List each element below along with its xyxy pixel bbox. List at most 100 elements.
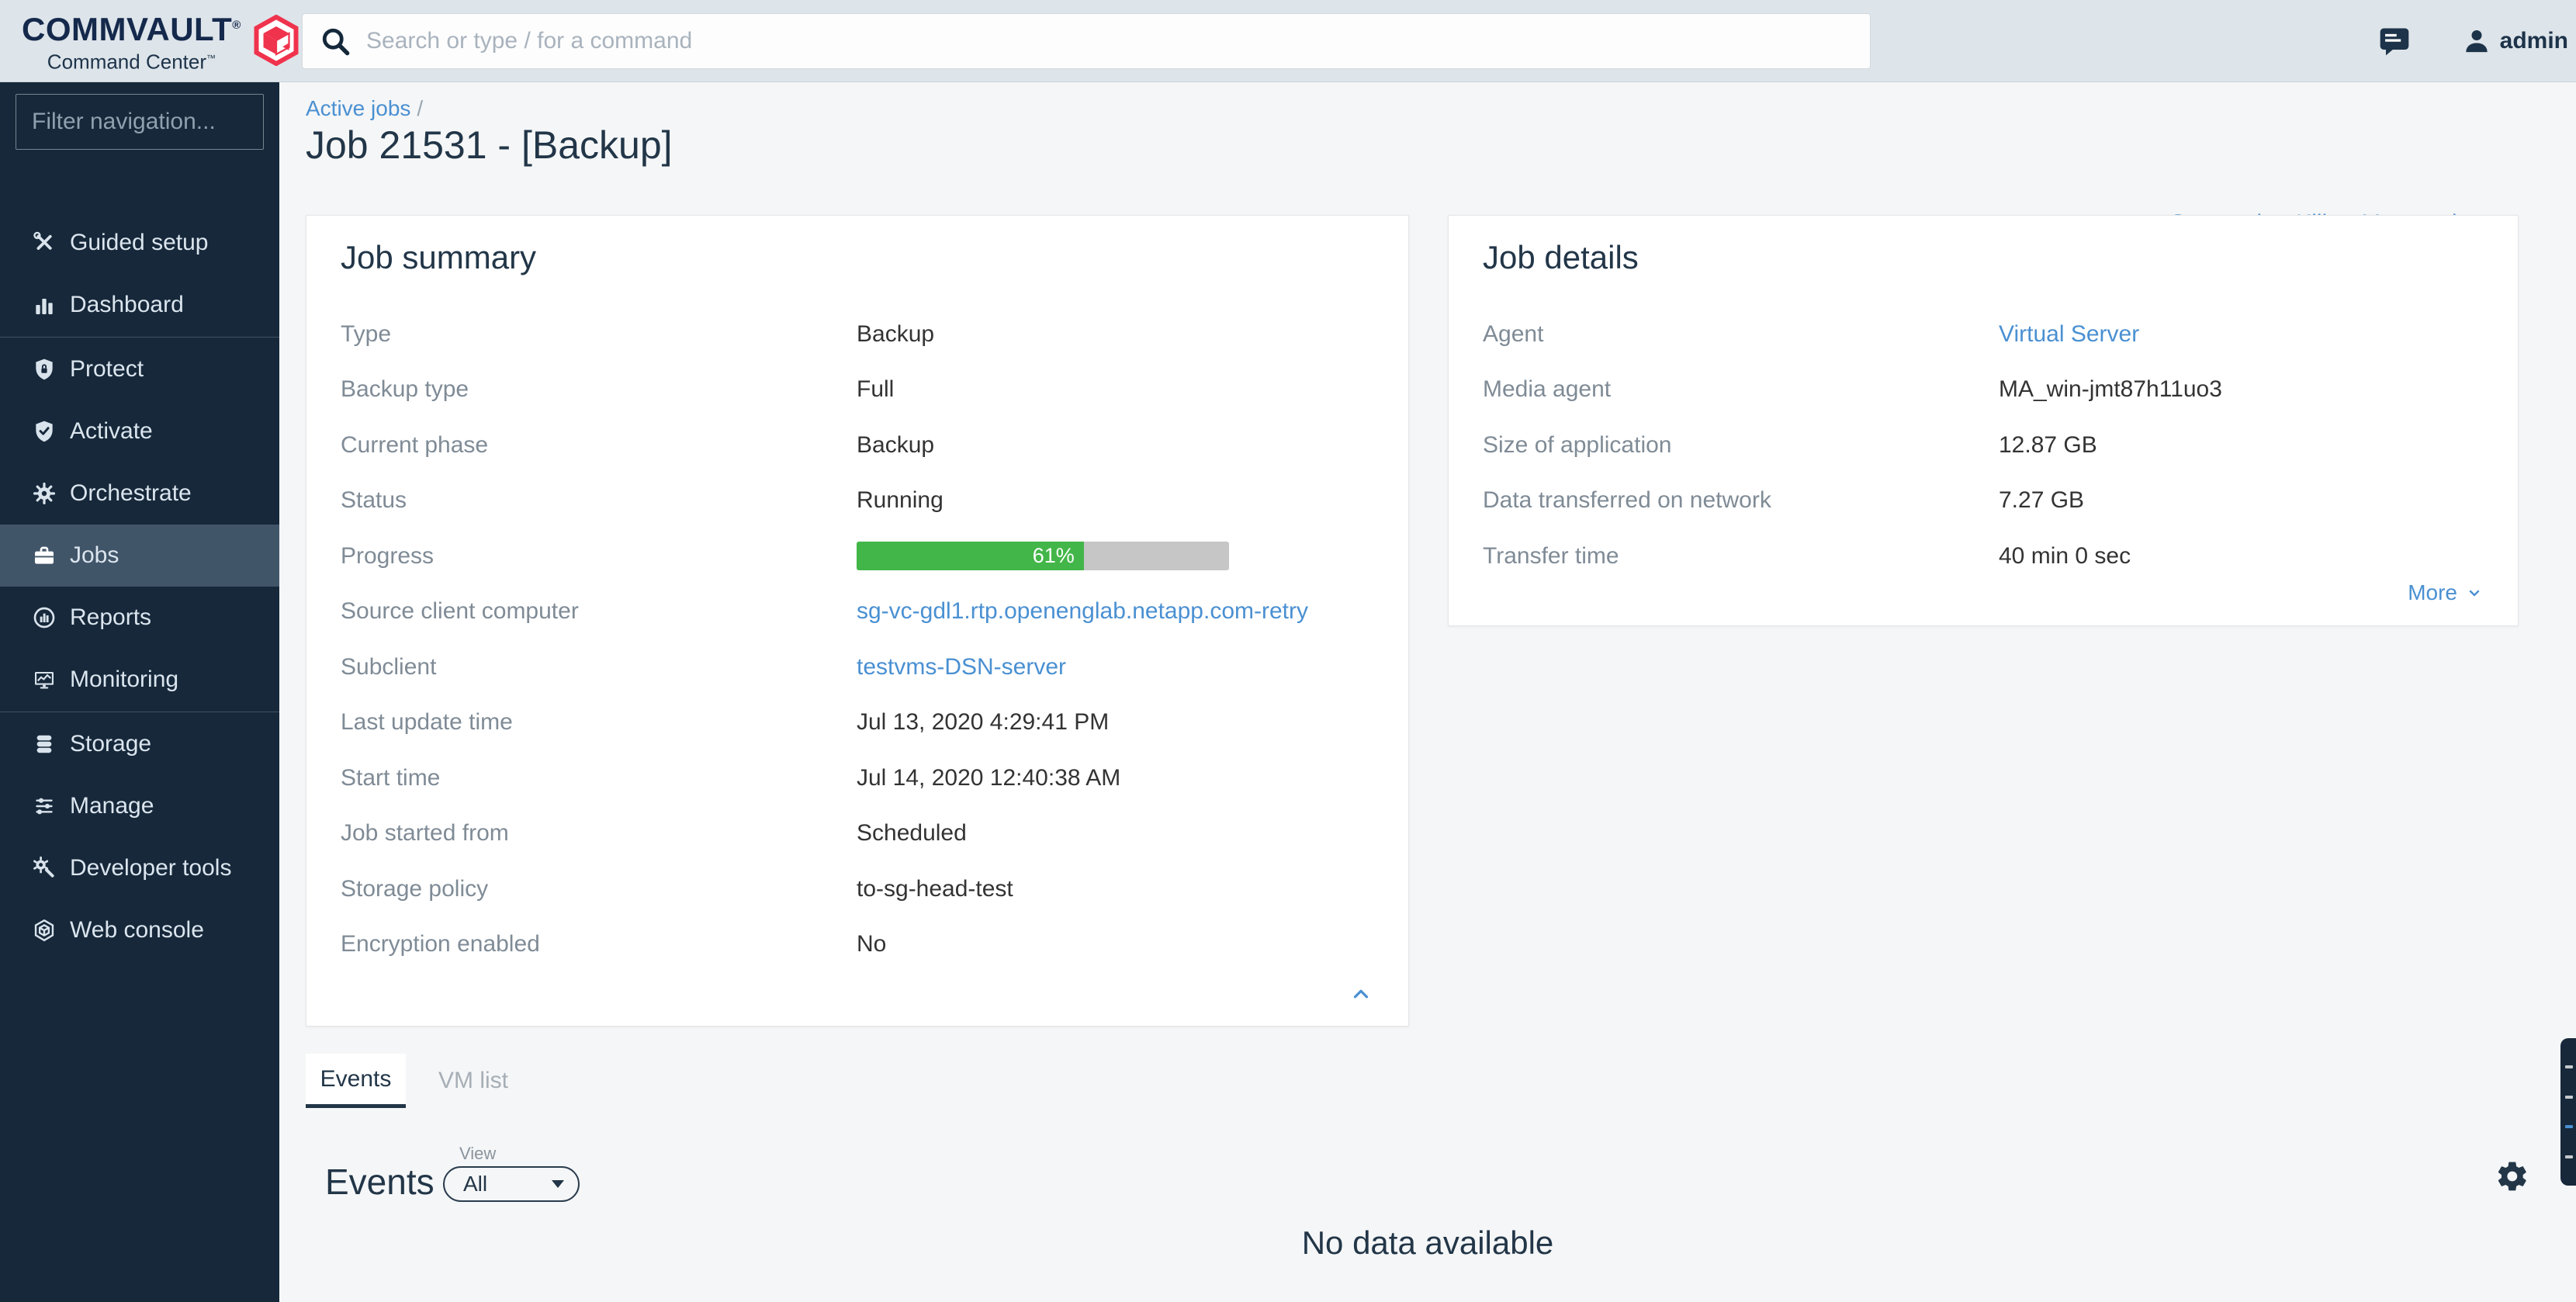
sidebar-item-web-console[interactable]: Web console [0, 899, 279, 961]
sliders-icon [31, 793, 57, 819]
breadcrumb: Active jobs/ [306, 96, 423, 121]
sidebar-item-reports[interactable]: Reports [0, 587, 279, 649]
more-details-link[interactable]: More [2408, 580, 2484, 605]
progress-label: 61% [1033, 544, 1075, 568]
search-icon [318, 24, 352, 58]
source-client-link[interactable]: sg-vc-gdl1.rtp.openenglab.netapp.com-ret… [857, 598, 1308, 625]
settings-gear-icon[interactable] [2495, 1159, 2529, 1193]
sidebar-item-label: Developer tools [70, 855, 231, 881]
summary-row-storage-policy: Storage policy to-sg-head-test [341, 861, 1374, 917]
view-dropdown[interactable]: All [443, 1166, 580, 1202]
toolbar-glyph [2565, 1125, 2573, 1128]
floating-toolbar[interactable] [2560, 1038, 2576, 1186]
sidebar-item-label: Monitoring [70, 667, 178, 693]
breadcrumb-active-jobs-link[interactable]: Active jobs [306, 96, 410, 120]
database-icon [31, 731, 57, 757]
summary-row-source-client: Source client computer sg-vc-gdl1.rtp.op… [341, 584, 1374, 640]
sidebar-item-manage[interactable]: Manage [0, 775, 279, 837]
commvault-logo: COMMVAULT® Command Center™ [22, 8, 300, 73]
search-input[interactable] [352, 28, 1870, 54]
pie-chart-icon [31, 604, 57, 631]
summary-row-subclient: Subclient testvms-DSN-server [341, 639, 1374, 695]
sidebar-item-label: Reports [70, 604, 151, 631]
sidebar-item-activate[interactable]: Activate [0, 400, 279, 462]
subclient-link[interactable]: testvms-DSN-server [857, 654, 1066, 680]
user-name: admin [2500, 28, 2568, 54]
sidebar-item-label: Activate [70, 418, 153, 445]
details-row-transfer-time: Transfer time 40 min 0 sec [1483, 528, 2484, 584]
shield-lock-icon [31, 356, 57, 383]
empty-state-message: No data available [279, 1224, 2576, 1262]
shield-check-icon [31, 418, 57, 445]
hexagon-cube-logo-icon [252, 15, 300, 66]
toolbar-glyph [2565, 1096, 2573, 1099]
message-square-icon[interactable] [2377, 24, 2412, 58]
sidebar-item-label: Web console [70, 917, 204, 944]
toolbar-glyph [2565, 1155, 2573, 1158]
sidebar-nav: Guided setup Dashboard [0, 82, 279, 1302]
sidebar-item-jobs[interactable]: Jobs [0, 525, 279, 587]
details-row-data-transferred: Data transferred on network 7.27 GB [1483, 473, 2484, 529]
events-heading: Events [325, 1161, 435, 1203]
toolbar-glyph [2565, 1065, 2573, 1068]
progress-fill: 61% [857, 542, 1084, 570]
job-summary-title: Job summary [341, 239, 536, 276]
nav-divider [0, 337, 279, 338]
commvault-command-center: COMMVAULT® Command Center™ [0, 0, 2576, 1302]
agent-link[interactable]: Virtual Server [1999, 321, 2139, 348]
brand-name: COMMVAULT® [22, 8, 241, 47]
detail-tabs: Events VM list [306, 1054, 519, 1108]
summary-row-current-phase: Current phase Backup [341, 417, 1374, 473]
job-details-card: Job details Agent Virtual Server Media a… [1448, 215, 2519, 626]
monitor-icon [31, 667, 57, 693]
user-menu[interactable]: admin [2461, 26, 2568, 57]
summary-row-type: Type Backup [341, 306, 1374, 362]
sidebar-item-guided-setup[interactable]: Guided setup [0, 212, 279, 274]
gear-icon [31, 480, 57, 507]
summary-row-status: Status Running [341, 473, 1374, 529]
hexagon-cube-icon [31, 917, 57, 944]
command-search [302, 13, 1871, 69]
summary-row-last-update: Last update time Jul 13, 2020 4:29:41 PM [341, 695, 1374, 751]
summary-row-start-time: Start time Jul 14, 2020 12:40:38 AM [341, 750, 1374, 806]
tools-icon [31, 230, 57, 256]
sidebar-item-monitoring[interactable]: Monitoring [0, 649, 279, 711]
view-dropdown-value: All [463, 1172, 552, 1196]
summary-row-encryption: Encryption enabled No [341, 917, 1374, 973]
briefcase-icon [31, 542, 57, 569]
sidebar-item-label: Dashboard [70, 292, 184, 318]
sidebar-item-protect[interactable]: Protect [0, 338, 279, 400]
user-icon [2461, 26, 2492, 57]
summary-row-progress: Progress 61% [341, 528, 1374, 584]
sidebar-item-label: Protect [70, 356, 144, 383]
summary-row-started-from: Job started from Scheduled [341, 806, 1374, 862]
summary-row-backup-type: Backup type Full [341, 362, 1374, 418]
nav-filter-input[interactable] [16, 94, 264, 150]
sidebar-item-orchestrate[interactable]: Orchestrate [0, 462, 279, 525]
sidebar-item-storage[interactable]: Storage [0, 713, 279, 775]
sidebar-item-dashboard[interactable]: Dashboard [0, 274, 279, 336]
main-content: Active jobs/ Job 21531 - [Backup] Suspen… [279, 82, 2576, 1302]
view-dropdown-label: View [455, 1144, 500, 1164]
sidebar-item-label: Manage [70, 793, 154, 819]
sidebar-item-label: Jobs [70, 542, 119, 569]
sidebar-item-label: Guided setup [70, 230, 208, 256]
brand-subtitle: Command Center™ [22, 47, 241, 73]
chevron-down-icon [552, 1180, 564, 1188]
chevron-up-icon[interactable] [1349, 982, 1373, 1006]
sidebar-item-label: Orchestrate [70, 480, 192, 507]
tab-vm-list[interactable]: VM list [428, 1054, 519, 1108]
details-row-media-agent: Media agent MA_win-jmt87h11uo3 [1483, 362, 2484, 418]
page-title: Job 21531 - [Backup] [306, 123, 673, 168]
chevron-down-icon [2465, 583, 2484, 602]
job-details-title: Job details [1483, 239, 1639, 276]
gear-wrench-icon [31, 855, 57, 881]
topbar: COMMVAULT® Command Center™ [0, 0, 2576, 82]
details-row-size: Size of application 12.87 GB [1483, 417, 2484, 473]
job-summary-card: Job summary Type Backup Backup type Full… [306, 215, 1409, 1027]
sidebar-item-label: Storage [70, 731, 151, 757]
sidebar-item-developer-tools[interactable]: Developer tools [0, 837, 279, 899]
bar-chart-icon [31, 292, 57, 318]
progress-bar: 61% [857, 542, 1229, 570]
tab-events[interactable]: Events [306, 1054, 406, 1108]
